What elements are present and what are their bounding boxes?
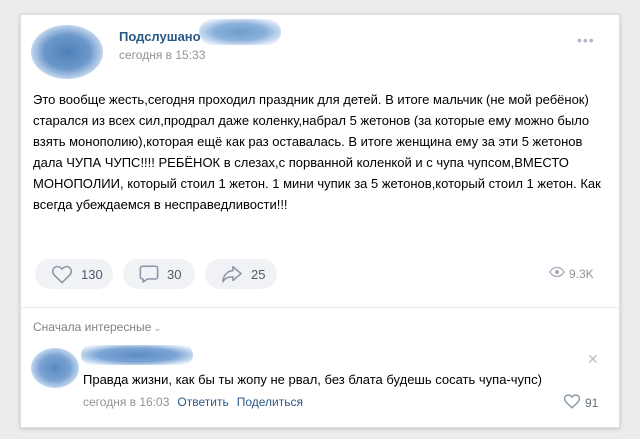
- close-icon[interactable]: ✕: [587, 351, 599, 368]
- post-text: Это вообще жесть,сегодня проходил праздн…: [33, 92, 601, 212]
- divider: [21, 307, 619, 308]
- comment-count: 30: [167, 266, 182, 282]
- commenter-name[interactable]: [81, 345, 193, 365]
- group-name[interactable]: Подслушано: [119, 29, 201, 44]
- chevron-down-icon: ⌄: [153, 323, 162, 334]
- comment-like-button[interactable]: 91: [563, 393, 598, 412]
- heart-icon: [51, 264, 73, 284]
- share-count: 25: [251, 266, 266, 282]
- eye-icon: [549, 266, 565, 281]
- post-time[interactable]: сегодня в 15:33: [119, 48, 205, 62]
- like-button[interactable]: 130: [35, 259, 113, 289]
- comments-sort[interactable]: Сначала интересные ⌄: [33, 320, 162, 334]
- commenter-avatar[interactable]: [31, 348, 79, 388]
- reply-button[interactable]: Ответить: [177, 395, 228, 409]
- comment-time[interactable]: сегодня в 16:03: [83, 395, 169, 409]
- group-avatar[interactable]: [31, 25, 103, 79]
- views-count: 9.3K: [569, 266, 594, 281]
- comment-text: Правда жизни, как бы ты жопу не рвал, бе…: [83, 372, 542, 387]
- comment-icon: [139, 264, 159, 284]
- views-counter: 9.3K: [549, 266, 594, 281]
- more-icon[interactable]: •••: [577, 33, 595, 47]
- share-icon: [221, 264, 243, 284]
- heart-icon: [563, 393, 581, 412]
- comments-sort-label: Сначала интересные: [33, 320, 152, 334]
- post-card: Подслушано сегодня в 15:33 ••• Это вообщ…: [20, 14, 620, 428]
- share-comment-button[interactable]: Поделиться: [237, 395, 303, 409]
- share-button[interactable]: 25: [205, 259, 277, 289]
- comment-meta: сегодня в 16:03 Ответить Поделиться: [83, 395, 303, 409]
- like-count: 130: [81, 266, 103, 282]
- comment-button[interactable]: 30: [123, 259, 195, 289]
- blurred-name-fragment: [199, 19, 281, 45]
- comment-like-count: 91: [585, 395, 599, 410]
